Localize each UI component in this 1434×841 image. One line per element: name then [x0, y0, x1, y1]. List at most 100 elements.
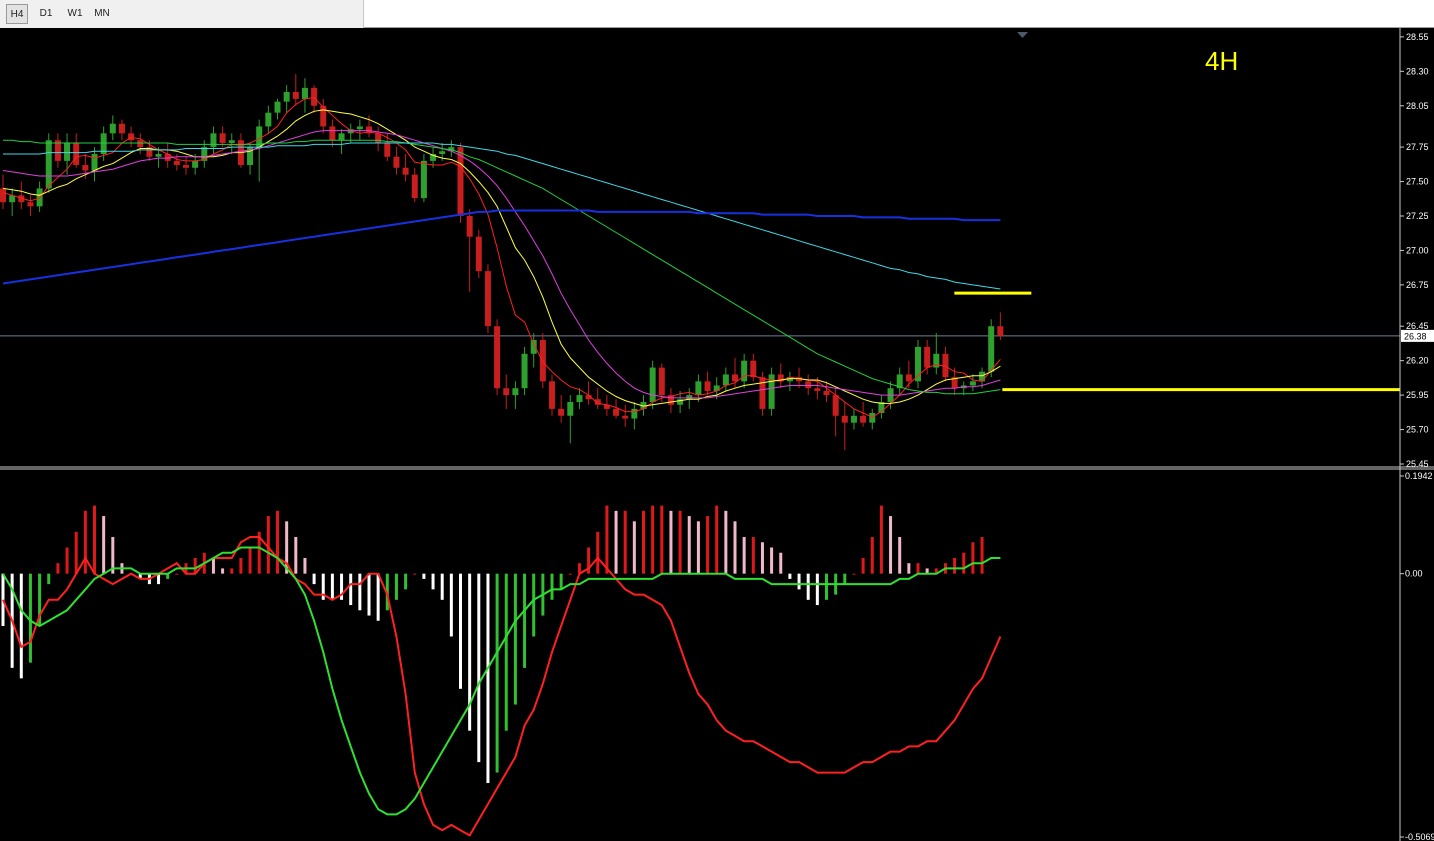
timeframe-d1-button[interactable]: D1 [35, 4, 57, 24]
candle-body [741, 360, 748, 382]
candle-body [613, 408, 620, 416]
candle-body [137, 140, 144, 148]
timeframe-mn-button[interactable]: MN [90, 4, 114, 24]
macd-histogram-bar [733, 521, 737, 574]
macd-histogram-bar [449, 573, 453, 637]
price-tick-label: 25.70 [1406, 425, 1429, 435]
candle-body [649, 367, 656, 402]
macd-histogram-bar [760, 542, 764, 574]
macd-histogram-bar [879, 505, 883, 574]
macd-histogram-bar [459, 573, 462, 689]
candle[interactable] [539, 333, 546, 389]
macd-histogram-bar [962, 552, 966, 574]
candle-body [91, 154, 98, 171]
price-tick-label: 26.45 [1406, 321, 1429, 331]
macd-histogram-bar [742, 537, 746, 574]
macd-histogram-bar [93, 505, 96, 574]
candle-body [558, 408, 565, 416]
macd-histogram-bar [83, 510, 87, 574]
candle-body [704, 381, 711, 391]
macd-histogram-bar [303, 557, 307, 574]
candle-body [832, 395, 839, 416]
macd-histogram-bar [102, 516, 106, 574]
candle-body [384, 142, 391, 157]
macd-histogram-bar [843, 573, 847, 585]
macd-histogram-bar [623, 510, 627, 574]
macd-histogram-bar [696, 521, 700, 574]
macd-histogram-bar [550, 573, 554, 600]
candle-body [658, 367, 665, 396]
macd-histogram-bar [175, 573, 179, 575]
timeframe-w1-button[interactable]: W1 [63, 4, 87, 24]
macd-histogram-bar [889, 516, 893, 574]
macd-histogram-bar [422, 573, 426, 579]
macd-histogram-bar [413, 573, 417, 575]
candle-body [192, 160, 199, 168]
macd-histogram-bar [74, 531, 78, 574]
macd-histogram-bar [596, 531, 600, 574]
macd-histogram-bar [797, 573, 801, 590]
candle-body [311, 87, 318, 106]
current-price-label: 26.38 [1404, 331, 1427, 341]
candle[interactable] [768, 367, 775, 416]
macd-histogram-bar [852, 573, 856, 575]
candle-body [283, 92, 290, 102]
toolbar-blank-area [364, 0, 1434, 27]
price-tick-label: 28.05 [1406, 101, 1429, 111]
candle[interactable] [484, 264, 491, 334]
candle[interactable] [494, 319, 501, 396]
candle-body [338, 133, 345, 141]
candle[interactable] [475, 229, 482, 278]
candle-body [997, 326, 1004, 336]
candle-body [686, 395, 693, 400]
macd-histogram-bar [248, 547, 252, 574]
macd-histogram-bar [477, 573, 481, 763]
macd-histogram-bar [349, 573, 353, 606]
macd-histogram-bar [788, 573, 792, 579]
candle-body [549, 381, 555, 409]
candle-body [869, 413, 876, 423]
macd-histogram-bar [312, 573, 316, 585]
price-chart[interactable]: 28.55 28.30 28.05 27.75 27.50 27.25 27.00 26.75… [0, 28, 1434, 841]
macd-histogram-bar [367, 573, 371, 616]
macd-histogram-bar [559, 573, 563, 590]
macd-histogram-bar [953, 557, 957, 574]
candle-body [850, 415, 857, 423]
macd-histogram-bar [815, 573, 819, 606]
candle-body [210, 133, 217, 148]
candle[interactable] [521, 346, 528, 396]
macd-histogram-bar [65, 547, 69, 574]
macd-histogram-bar [239, 557, 243, 574]
candle[interactable] [915, 340, 921, 389]
macd-histogram-bar [861, 557, 865, 574]
candle-body [905, 374, 912, 382]
candle-body [860, 415, 867, 423]
candle-body [722, 374, 729, 386]
candle-body [841, 415, 848, 423]
candle-body [420, 160, 427, 199]
candle-body [979, 371, 986, 382]
macd-histogram-bar [642, 510, 645, 574]
price-tick-label: 27.25 [1406, 211, 1429, 221]
candle-body [27, 202, 34, 207]
candle-body [292, 92, 299, 99]
macd-histogram-bar [806, 573, 810, 600]
candle-body [484, 271, 491, 327]
price-tick-label: 28.30 [1406, 66, 1429, 76]
price-tick-label: 25.45 [1406, 459, 1429, 469]
candle-body [109, 123, 116, 134]
candle-body [219, 133, 226, 143]
macd-histogram-bar [394, 573, 398, 600]
macd-histogram-bar [715, 505, 719, 574]
macd-histogram-bar [751, 537, 755, 574]
macd-histogram-bar [651, 505, 655, 574]
macd-histogram-bar [971, 542, 975, 574]
price-tick-label: 26.20 [1406, 356, 1429, 366]
price-tick-label: 27.50 [1406, 177, 1429, 187]
macd-histogram-bar [532, 573, 536, 637]
macd-histogram-bar [825, 573, 828, 600]
candle-body [695, 381, 702, 396]
candle[interactable] [420, 154, 427, 203]
macd-histogram-bar [230, 568, 234, 574]
timeframe-h4-button[interactable]: H4 [6, 4, 28, 24]
